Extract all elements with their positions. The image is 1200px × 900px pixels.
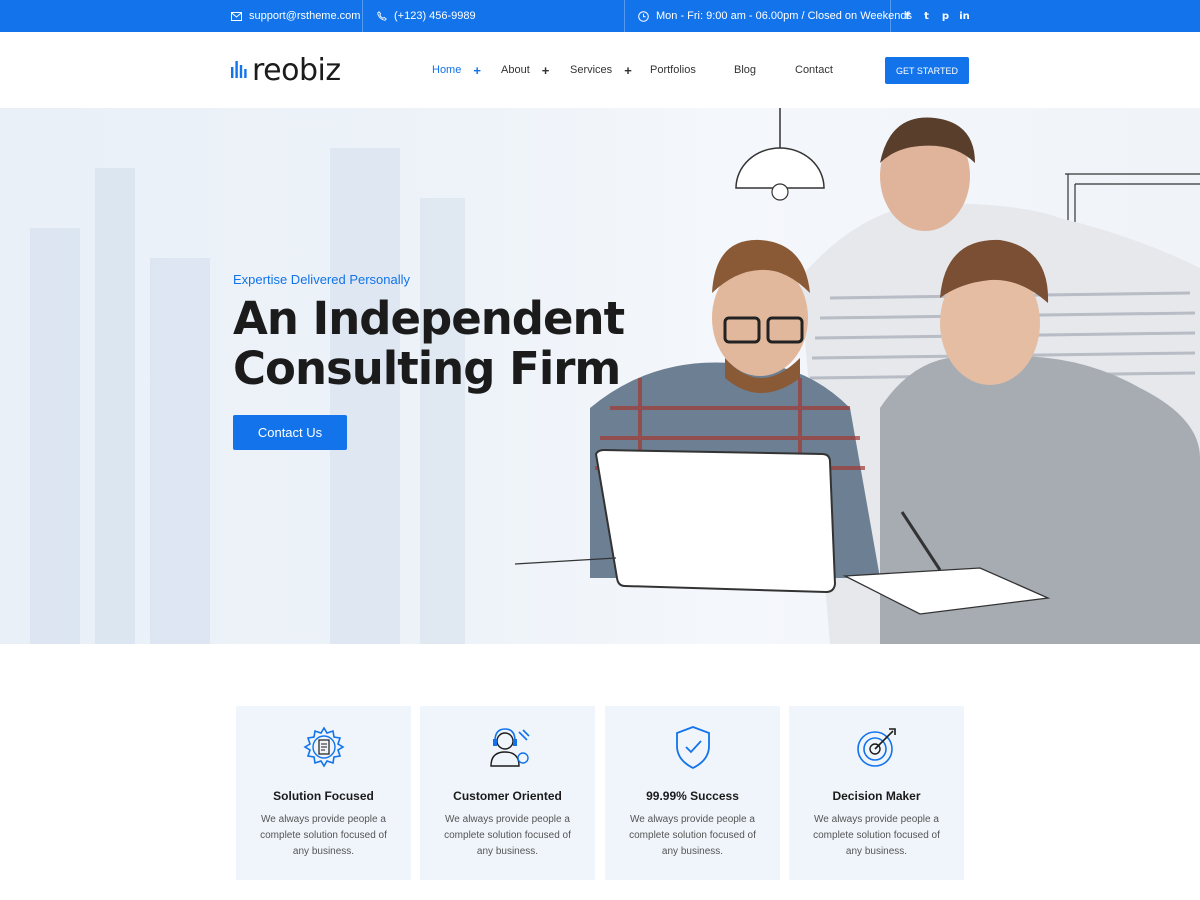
nav-label: About: [501, 64, 530, 76]
support-agent-icon: [420, 724, 595, 770]
feature-title: Solution Focused: [273, 789, 374, 803]
plus-icon: +: [541, 62, 550, 78]
nav-label: Home: [432, 64, 462, 76]
feature-card: Solution Focused We always provide peopl…: [236, 706, 411, 880]
email-contact[interactable]: support@rstheme.com: [231, 0, 360, 32]
main-nav: Home + About + Services + Portfolios Blo…: [0, 32, 1200, 108]
nav-blog[interactable]: Blog: [734, 32, 756, 108]
pinterest-icon[interactable]: p: [936, 11, 955, 22]
feature-title: 99.99% Success: [646, 789, 739, 803]
clock-icon: [638, 10, 649, 22]
background-building: [30, 228, 80, 644]
hours-text: Mon - Fri: 9:00 am - 06.00pm / Closed on…: [656, 10, 912, 22]
feature-description: We always provide people a complete solu…: [444, 814, 571, 857]
nav-contact[interactable]: Contact: [795, 32, 833, 108]
top-bar: support@rstheme.com (+123) 456-9989 Mon …: [0, 0, 1200, 32]
divider: [362, 0, 363, 32]
features-section: Solution Focused We always provide peopl…: [236, 706, 966, 880]
twitter-icon[interactable]: t: [917, 11, 936, 22]
get-started-button[interactable]: GET STARTED: [885, 57, 969, 84]
nav-services[interactable]: Services +: [570, 32, 632, 108]
phone-contact[interactable]: (+123) 456-9989: [377, 0, 476, 32]
feature-description: We always provide people a complete solu…: [629, 814, 756, 857]
phone-icon: [377, 11, 387, 21]
site-header: reobiz Home + About + Services + Portfol…: [0, 32, 1200, 108]
background-building: [420, 198, 465, 644]
plus-icon: +: [624, 62, 632, 78]
plus-icon: +: [473, 62, 481, 78]
background-building: [95, 168, 135, 644]
background-building: [330, 148, 400, 644]
background-building: [150, 258, 210, 644]
shield-check-icon: [605, 724, 780, 770]
facebook-icon[interactable]: f: [898, 11, 917, 22]
envelope-icon: [231, 11, 242, 21]
hero-team-image: [514, 108, 1200, 644]
gear-document-icon: [236, 724, 411, 770]
hero-tagline: Expertise Delivered Personally: [233, 272, 411, 287]
feature-description: We always provide people a complete solu…: [813, 814, 940, 857]
feature-description: We always provide people a complete solu…: [260, 814, 387, 857]
business-hours: Mon - Fri: 9:00 am - 06.00pm / Closed on…: [638, 0, 912, 32]
email-text: support@rstheme.com: [249, 10, 361, 22]
phone-text: (+123) 456-9989: [394, 10, 476, 22]
nav-about[interactable]: About +: [501, 32, 549, 108]
nav-label: Services: [570, 64, 613, 76]
feature-card: 99.99% Success We always provide people …: [605, 706, 780, 880]
contact-us-button[interactable]: Contact Us: [233, 415, 347, 450]
feature-title: Customer Oriented: [453, 789, 562, 803]
linkedin-icon[interactable]: in: [955, 11, 974, 22]
feature-card: Customer Oriented We always provide peop…: [420, 706, 595, 880]
target-icon: [789, 724, 964, 770]
nav-label: Portfolios: [650, 64, 696, 76]
nav-label: Blog: [734, 64, 757, 76]
nav-portfolios[interactable]: Portfolios: [650, 32, 696, 108]
social-links: f t p in: [898, 0, 974, 32]
feature-card: Decision Maker We always provide people …: [789, 706, 964, 880]
nav-home[interactable]: Home +: [432, 32, 481, 108]
divider: [890, 0, 891, 32]
nav-label: Contact: [795, 64, 833, 76]
divider: [624, 0, 625, 32]
feature-title: Decision Maker: [832, 789, 921, 803]
hero-section: Expertise Delivered Personally An Indepe…: [0, 108, 1200, 644]
